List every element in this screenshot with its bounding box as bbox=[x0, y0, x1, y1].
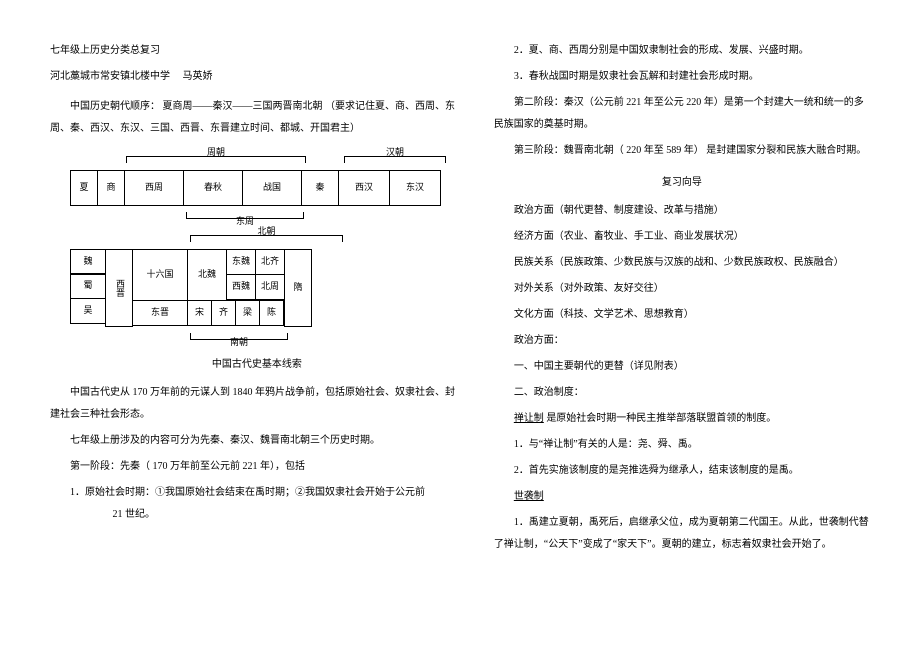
left-p4: 第一阶段：先秦（ 170 万年前至公元前 221 年），包括 bbox=[50, 456, 464, 478]
brace-label-nanchao: 南朝 bbox=[230, 333, 248, 353]
cell-xihan: 西汉 bbox=[338, 170, 390, 206]
section-subtitle: 中国古代史基本线索 bbox=[50, 354, 464, 376]
cell-wei: 魏 bbox=[70, 249, 106, 275]
doc-subtitle: 河北藁城市常安镇北楼中学 马英娇 bbox=[50, 66, 464, 88]
cell-shu: 蜀 bbox=[70, 273, 106, 299]
left-p5b: 21 世纪。 bbox=[113, 509, 156, 520]
left-p2: 中国古代史从 170 万年前的元谋人到 1840 年鸦片战争前，包括原始社会、奴… bbox=[50, 382, 464, 426]
cell-chunqiu: 春秋 bbox=[183, 170, 243, 206]
shixi-1: 1．禹建立夏朝，禹死后，启继承父位，成为夏朝第二代国王。从此，世袭制代替了禅让制… bbox=[494, 512, 870, 556]
shanrang-2: 2．首先实施该制度的是尧推选舜为继承人，结束该制度的是禹。 bbox=[494, 460, 870, 482]
cell-zhanguo: 战国 bbox=[242, 170, 302, 206]
sec-political-system: 二、政治制度： bbox=[494, 382, 870, 404]
dynasty-diagram-1: 周朝 汉朝 夏 商 西周 春秋 战国 秦 西汉 东汉 东周 bbox=[70, 152, 464, 223]
brace-label-zhou: 周朝 bbox=[207, 143, 225, 163]
shanrang-label: 禅让制 bbox=[514, 413, 544, 424]
left-p5a: 1．原始社会时期：①我国原始社会结束在禹时期；②我国奴隶社会开始于公元前 bbox=[70, 487, 425, 498]
cell-beiqi: 北齐 bbox=[255, 249, 285, 275]
doc-title: 七年级上历史分类总复习 bbox=[50, 40, 464, 62]
guide-3: 民族关系（民族政策、少数民族与汉族的战和、少数民族政权、民族融合） bbox=[494, 252, 870, 274]
right-p2: 3．春秋战国时期是奴隶社会瓦解和封建社会形成时期。 bbox=[494, 66, 870, 88]
cell-xia: 夏 bbox=[70, 170, 98, 206]
sec-dynasty-change: 一、中国主要朝代的更替（详见附表） bbox=[494, 356, 870, 378]
shixi-label: 世袭制 bbox=[514, 491, 544, 502]
guide-title: 复习向导 bbox=[494, 172, 870, 194]
right-p1: 2．夏、商、西周分别是中国奴隶制社会的形成、发展、兴盛时期。 bbox=[494, 40, 870, 62]
left-p5: 1．原始社会时期：①我国原始社会结束在禹时期；②我国奴隶社会开始于公元前 21 … bbox=[50, 482, 464, 526]
cell-qin: 秦 bbox=[301, 170, 339, 206]
brace-label-dongzhou: 东周 bbox=[236, 212, 254, 232]
author-name: 马英娇 bbox=[183, 71, 213, 82]
guide-4: 对外关系（对外政策、友好交往） bbox=[494, 278, 870, 300]
cell-xizhou: 西周 bbox=[124, 170, 184, 206]
guide-5: 文化方面（科技、文学艺术、思想教育） bbox=[494, 304, 870, 326]
shanrang-text: 是原始社会时期一种民主推举部落联盟首领的制度。 bbox=[544, 413, 777, 424]
brace-label-beichao: 北朝 bbox=[257, 222, 275, 242]
brace-label-han: 汉朝 bbox=[386, 143, 404, 163]
right-p3: 第二阶段：秦汉（公元前 221 年至公元 220 年）是第一个封建大一统和统一的… bbox=[494, 92, 870, 136]
cell-donghan: 东汉 bbox=[389, 170, 441, 206]
guide-2: 经济方面（农业、畜牧业、手工业、商业发展状况） bbox=[494, 226, 870, 248]
sec-politics: 政治方面： bbox=[494, 330, 870, 352]
dynasty-diagram-2: 北朝 魏 西晋 十六国 北魏 东魏 北齐 西魏 北周 bbox=[70, 231, 464, 344]
intro-paragraph: 中国历史朝代顺序： 夏商周——秦汉——三国两晋南北朝 （要求记住夏、商、西周、东… bbox=[50, 96, 464, 140]
right-p4: 第三阶段：魏晋南北朝（ 220 年至 589 年） 是封建国家分裂和民族大融合时… bbox=[494, 140, 870, 162]
shanrang-line: 禅让制 是原始社会时期一种民主推举部落联盟首领的制度。 bbox=[494, 408, 870, 430]
school-name: 河北藁城市常安镇北楼中学 bbox=[50, 71, 170, 82]
guide-1: 政治方面（朝代更替、制度建设、改革与措施） bbox=[494, 200, 870, 222]
shixi-line: 世袭制 bbox=[494, 486, 870, 508]
left-p3: 七年级上册涉及的内容可分为先秦、秦汉、魏晋南北朝三个历史时期。 bbox=[50, 430, 464, 452]
cell-wu: 吴 bbox=[70, 298, 106, 324]
cell-dongwei: 东魏 bbox=[226, 249, 256, 275]
shanrang-1: 1．与“禅让制”有关的人是：尧、舜、禹。 bbox=[494, 434, 870, 456]
dynasty-row-1: 夏 商 西周 春秋 战国 秦 西汉 东汉 bbox=[70, 170, 464, 205]
cell-shang: 商 bbox=[97, 170, 125, 206]
